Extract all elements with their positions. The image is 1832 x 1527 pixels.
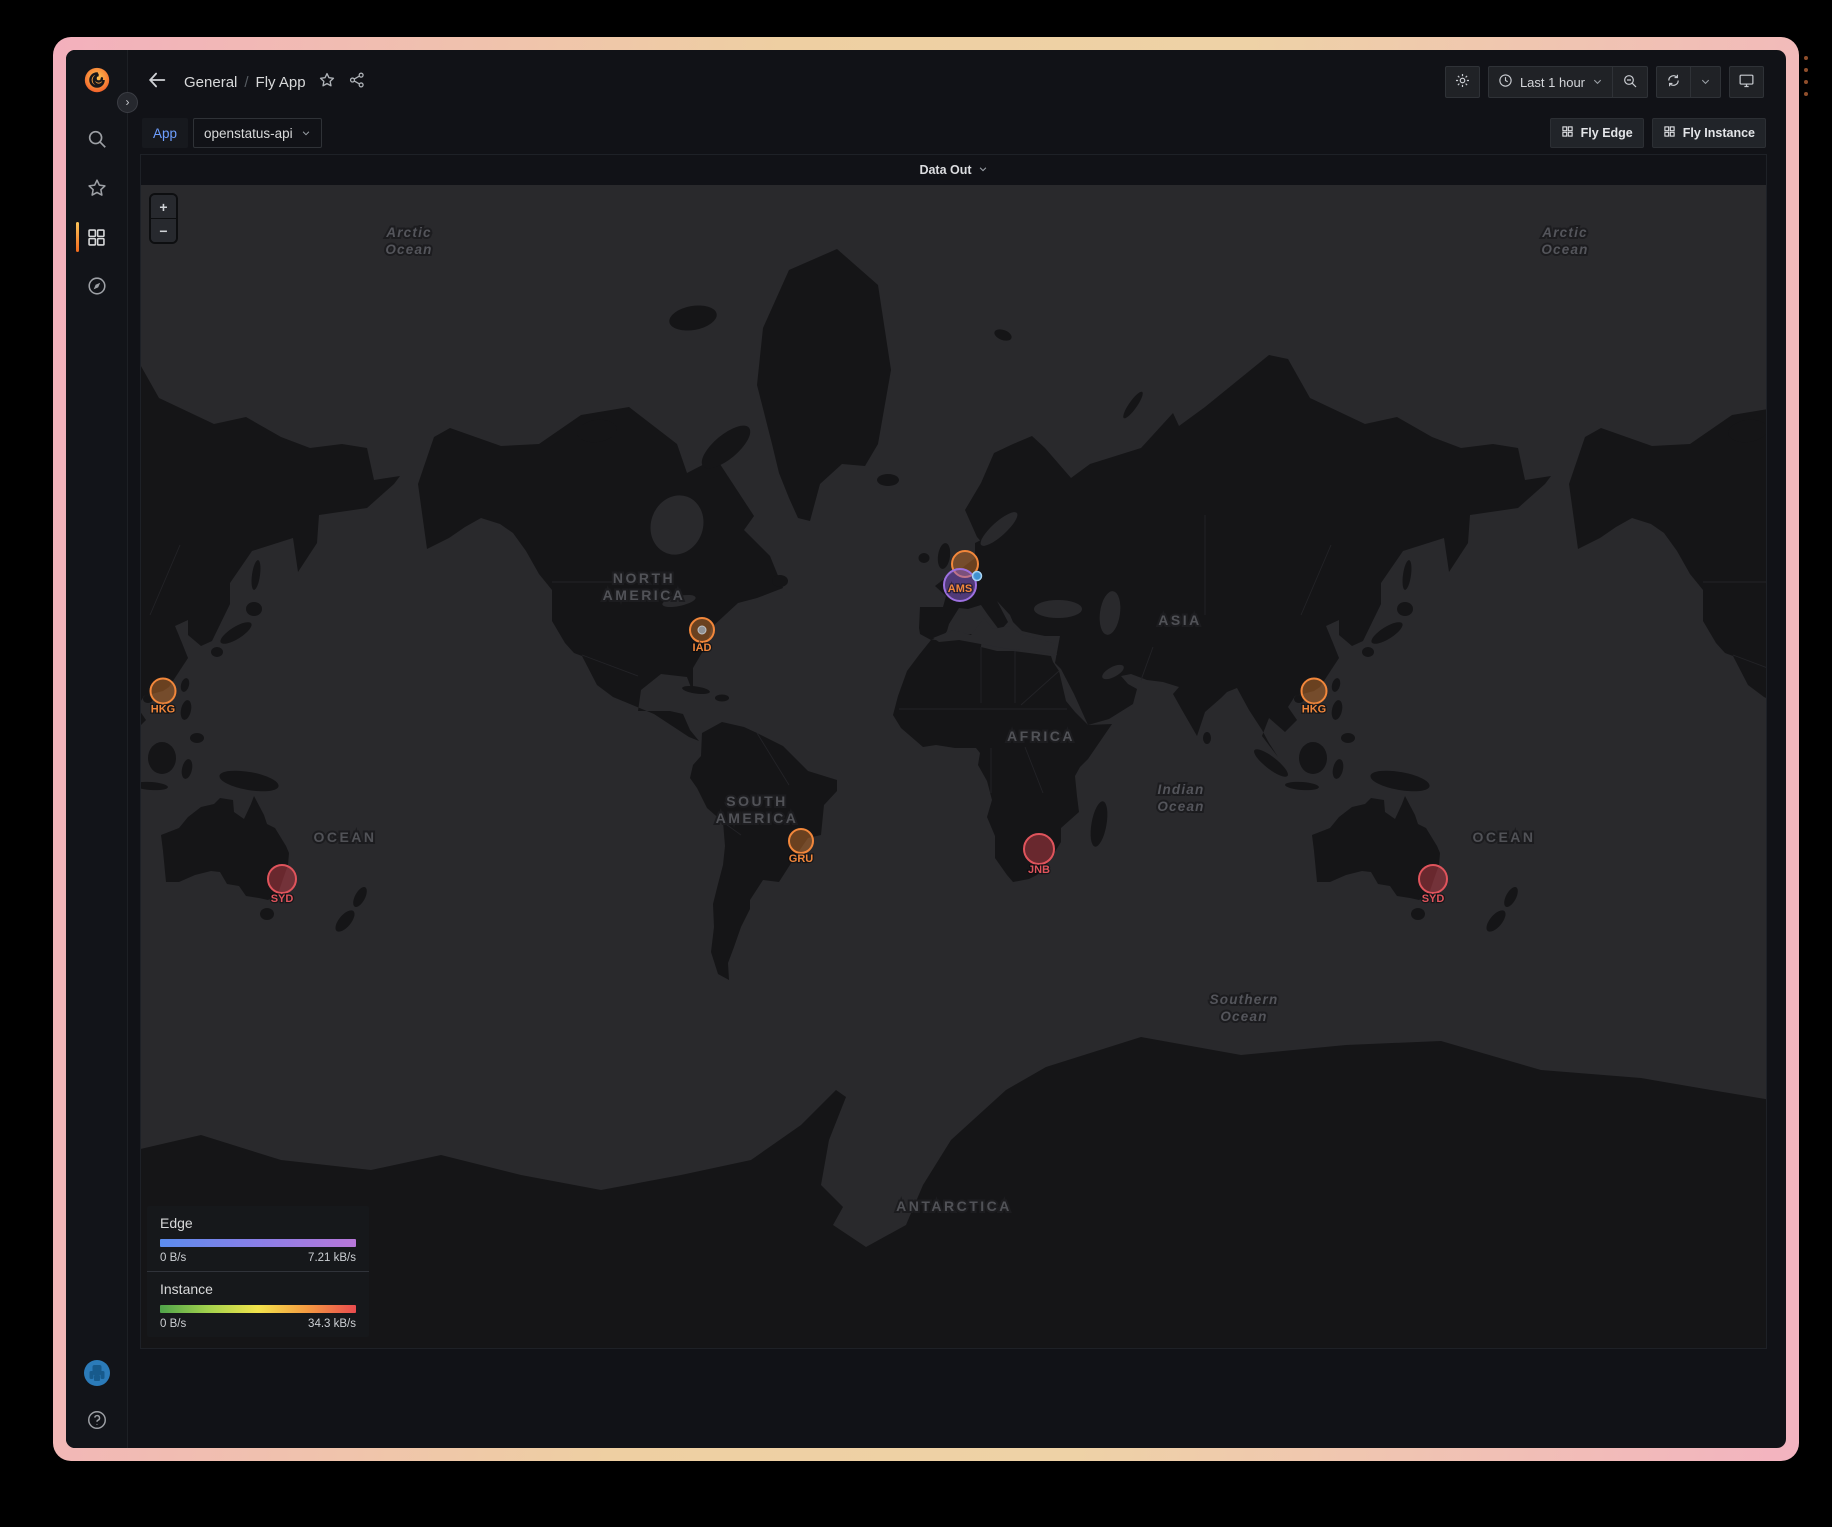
legend-gradient-bar [160, 1305, 356, 1313]
gear-icon [1454, 72, 1471, 92]
variable-app-dropdown[interactable]: openstatus-api [193, 118, 322, 148]
dashboard-settings-button[interactable] [1445, 66, 1480, 98]
map-place-label: ArcticOcean [1541, 225, 1588, 257]
zoom-out-time-button[interactable] [1613, 67, 1647, 97]
search-icon [85, 127, 109, 151]
sidebar-bottom [83, 1359, 111, 1432]
map-place-label: SouthernOcean [1210, 992, 1279, 1024]
share-icon[interactable] [348, 71, 366, 94]
map-place-label: ArcticOcean [385, 225, 432, 257]
sidebar-item-explore[interactable] [66, 274, 127, 298]
variable-app-label: App [142, 118, 188, 148]
time-range-label: Last 1 hour [1520, 75, 1585, 90]
fly-instance-button[interactable]: Fly Instance [1652, 118, 1766, 148]
back-arrow-icon[interactable] [146, 69, 168, 96]
breadcrumb-root[interactable]: General [184, 74, 237, 91]
refresh-button[interactable] [1657, 67, 1690, 97]
sidebar-expand-button[interactable]: › [117, 92, 138, 113]
refresh-interval-dropdown[interactable] [1691, 67, 1720, 97]
map-place-label: NORTHAMERICA [603, 570, 686, 603]
clock-icon [1498, 73, 1513, 91]
monitor-icon [1738, 72, 1755, 92]
dashboard-controls-row: App openstatus-api [128, 114, 1786, 152]
map-place-label: SOUTHAMERICA [716, 793, 799, 826]
help-icon[interactable] [85, 1408, 109, 1432]
star-dashboard-icon[interactable] [318, 71, 336, 94]
time-range-picker[interactable]: Last 1 hour [1489, 67, 1612, 97]
star-icon [85, 176, 109, 200]
frame-decoration-dots [1804, 56, 1808, 96]
map-legend: Edge 0 B/s 7.21 kB/s Instance [147, 1206, 369, 1337]
panel-title: Data Out [919, 163, 971, 177]
time-range-group: Last 1 hour [1488, 66, 1648, 98]
fly-instance-label: Fly Instance [1683, 126, 1755, 140]
map-place-label: OCEAN [313, 829, 376, 845]
legend-max: 7.21 kB/s [308, 1252, 356, 1264]
compass-icon [85, 274, 109, 298]
toolbar: Last 1 hour [1445, 66, 1764, 98]
geomap-panel: Data Out [140, 154, 1767, 1349]
map-zoom-control: + − [151, 195, 176, 242]
map-place-label: OCEAN [1472, 829, 1535, 845]
user-avatar[interactable] [83, 1359, 111, 1387]
sidebar-item-dashboards[interactable] [66, 225, 127, 249]
world-map[interactable]: AMSIADHKGGRUJNBSYD ArcticOceanArcticOcea… [141, 185, 1766, 1348]
top-navbar: General / Fly App [128, 50, 1786, 114]
legend-title: Edge [160, 1215, 356, 1231]
chevron-down-icon [978, 161, 988, 179]
map-place-label: ANTARCTICA [896, 1198, 1012, 1214]
chevron-down-icon [1700, 75, 1711, 90]
dashboards-grid-icon [85, 225, 109, 249]
breadcrumb: General / Fly App [184, 74, 306, 91]
chevron-down-icon [301, 126, 311, 141]
map-place-label: AFRICA [1007, 728, 1075, 744]
legend-section-instance: Instance 0 B/s 34.3 kB/s [147, 1271, 369, 1337]
magnifier-minus-icon [1622, 73, 1638, 92]
breadcrumb-separator: / [244, 74, 248, 91]
window-frame: › General / Fly App [53, 37, 1799, 1461]
panel-header[interactable]: Data Out [141, 155, 1766, 185]
map-zoom-out-button[interactable]: − [151, 219, 176, 242]
screenshot-stage: › General / Fly App [0, 0, 1832, 1527]
sidebar-item-starred[interactable] [66, 176, 127, 200]
legend-gradient-bar [160, 1239, 356, 1247]
refresh-icon [1666, 73, 1681, 91]
grid-icon [1663, 125, 1676, 141]
sidebar-nav [66, 127, 127, 298]
sidebar-item-search[interactable] [66, 127, 127, 151]
grafana-window: › General / Fly App [66, 50, 1786, 1448]
variable-app-value: openstatus-api [204, 126, 293, 141]
refresh-group [1656, 66, 1721, 98]
legend-title: Instance [160, 1281, 356, 1297]
map-place-label: ASIA [1158, 612, 1201, 628]
legend-min: 0 B/s [160, 1318, 186, 1330]
breadcrumb-page: Fly App [256, 74, 306, 91]
map-place-label: IndianOcean [1157, 782, 1204, 814]
legend-max: 34.3 kB/s [308, 1318, 356, 1330]
grid-icon [1561, 125, 1574, 141]
fly-edge-label: Fly Edge [1581, 126, 1633, 140]
chevron-down-icon [1592, 75, 1603, 90]
tv-mode-button[interactable] [1729, 66, 1764, 98]
view-links: Fly Edge Fly Instance [1550, 118, 1766, 148]
fly-edge-button[interactable]: Fly Edge [1550, 118, 1644, 148]
legend-min: 0 B/s [160, 1252, 186, 1264]
sidebar [66, 50, 128, 1448]
grafana-logo-icon[interactable] [82, 65, 112, 95]
map-zoom-in-button[interactable]: + [151, 195, 176, 218]
main-area: General / Fly App [128, 50, 1786, 1448]
legend-section-edge: Edge 0 B/s 7.21 kB/s [147, 1206, 369, 1271]
